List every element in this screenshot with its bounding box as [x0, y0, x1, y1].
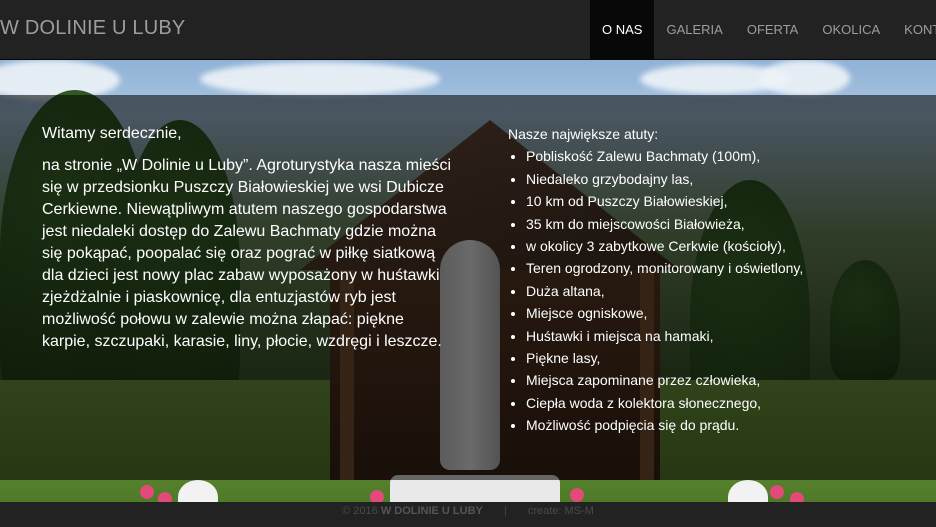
list-item: Piękne lasy,: [526, 347, 928, 369]
nav-item-kontakt[interactable]: KONTAKT: [892, 0, 936, 59]
nav-item-galeria[interactable]: GALERIA: [654, 0, 734, 59]
nav-item-oferta[interactable]: OFERTA: [735, 0, 811, 59]
list-item: w okolicy 3 zabytkowe Cerkwie (kościoły)…: [526, 235, 928, 257]
list-item: Miejsca zapominane przez człowieka,: [526, 369, 928, 391]
cloud: [760, 60, 850, 96]
cloud: [200, 62, 440, 96]
flower: [140, 485, 154, 499]
list-item: Pobliskość Zalewu Bachmaty (100m),: [526, 145, 928, 167]
top-navbar: W DOLINIE U LUBY O NAS GALERIA OFERTA OK…: [0, 0, 936, 60]
list-item: Ciepła woda z kolektora słonecznego,: [526, 392, 928, 414]
assets-list: Pobliskość Zalewu Bachmaty (100m), Nieda…: [508, 145, 928, 436]
welcome-heading: Witamy serdecznie,: [42, 125, 182, 142]
assets-section: Nasze największe atuty: Pobliskość Zalew…: [508, 123, 928, 437]
flower: [770, 485, 784, 499]
list-item: Miejsce ogniskowe,: [526, 302, 928, 324]
flower: [158, 492, 172, 502]
list-item: Duża altana,: [526, 280, 928, 302]
list-item: Huśtawki i miejsca na hamaki,: [526, 325, 928, 347]
list-item: Niedaleko grzybodajny las,: [526, 168, 928, 190]
flower: [790, 492, 804, 502]
footer-separator: |: [503, 505, 507, 517]
brand-logo[interactable]: W DOLINIE U LUBY: [0, 17, 185, 40]
nav-item-o-nas[interactable]: O NAS: [590, 0, 655, 59]
footer: © 2016 W DOLINIE U LUBY | create: MS-M: [0, 502, 936, 527]
welcome-text: na stronie „W Dolinie u Luby”. Agroturys…: [42, 157, 452, 350]
list-item: 10 km od Puszczy Białowieskiej,: [526, 190, 928, 212]
main-nav: O NAS GALERIA OFERTA OKOLICA KONTAKT: [590, 0, 936, 59]
welcome-section: Witamy serdecznie, na stronie „W Dolinie…: [42, 123, 452, 353]
flower: [370, 490, 384, 502]
footer-copyright: © 2016: [342, 505, 378, 517]
list-item: Możliwość podpięcia się do prądu.: [526, 414, 928, 436]
nav-item-okolica[interactable]: OKOLICA: [810, 0, 892, 59]
flower: [570, 488, 584, 502]
footer-site-name: W DOLINIE U LUBY: [380, 505, 483, 517]
list-item: Teren ogrodzony, monitorowany i oświetlo…: [526, 257, 928, 279]
footer-credit: create: MS-M: [527, 505, 594, 517]
list-item: 35 km do miejscowości Białowieża,: [526, 213, 928, 235]
assets-title: Nasze największe atuty:: [508, 126, 659, 142]
